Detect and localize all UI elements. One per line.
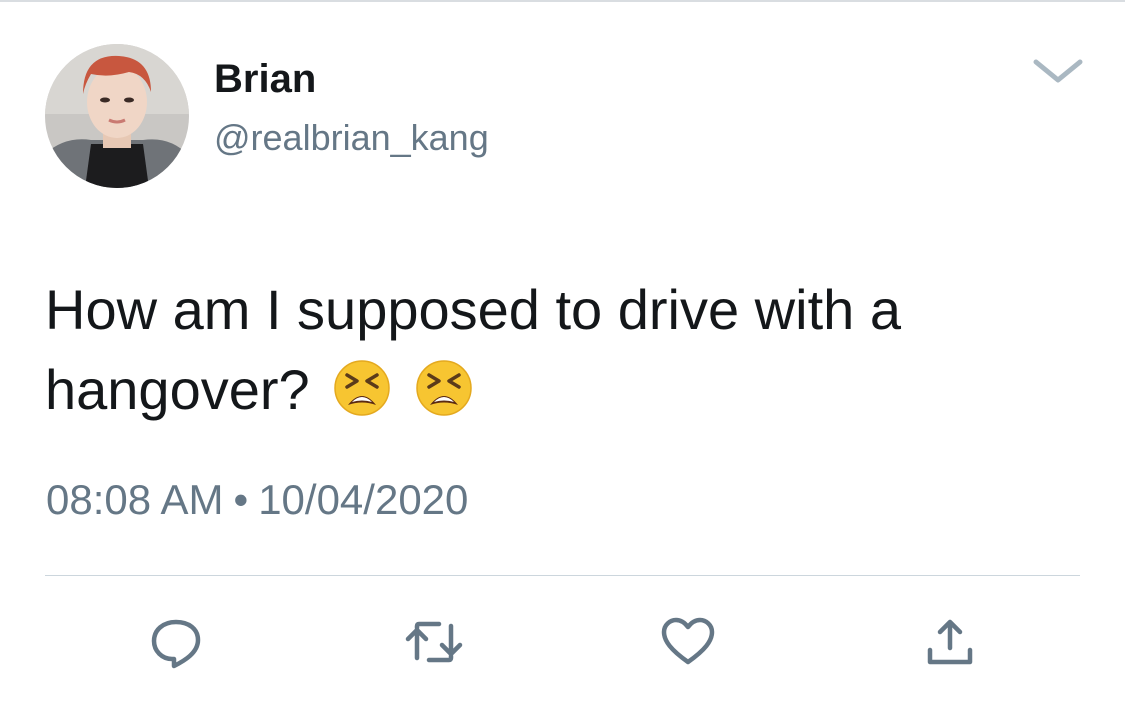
- actions-divider: [45, 575, 1080, 576]
- timestamp-separator: •: [233, 476, 249, 523]
- heart-icon: [659, 614, 717, 670]
- tweet-text: How am I supposed to drive with a hangov…: [45, 278, 901, 421]
- like-button[interactable]: [656, 610, 720, 674]
- author-handle[interactable]: @realbrian_kang: [214, 117, 489, 159]
- tweet-date: 10/04/2020: [258, 476, 469, 523]
- retweet-icon: [403, 614, 465, 670]
- avatar[interactable]: [45, 44, 189, 188]
- tweet-time: 08:08 AM: [46, 476, 224, 523]
- tweet-timestamp: 08:08 AM • 10/04/2020: [46, 476, 468, 524]
- share-icon: [922, 614, 978, 670]
- comment-icon: [148, 614, 204, 670]
- tired-face-emoji: [333, 359, 391, 417]
- tweet-body: How am I supposed to drive with a hangov…: [45, 270, 1085, 430]
- share-button[interactable]: [918, 610, 982, 674]
- chevron-down-icon[interactable]: [1030, 52, 1086, 88]
- author-display-name[interactable]: Brian: [214, 56, 316, 102]
- top-divider: [0, 0, 1125, 2]
- tired-face-emoji: [415, 359, 473, 417]
- reply-button[interactable]: [144, 610, 208, 674]
- retweet-button[interactable]: [402, 610, 466, 674]
